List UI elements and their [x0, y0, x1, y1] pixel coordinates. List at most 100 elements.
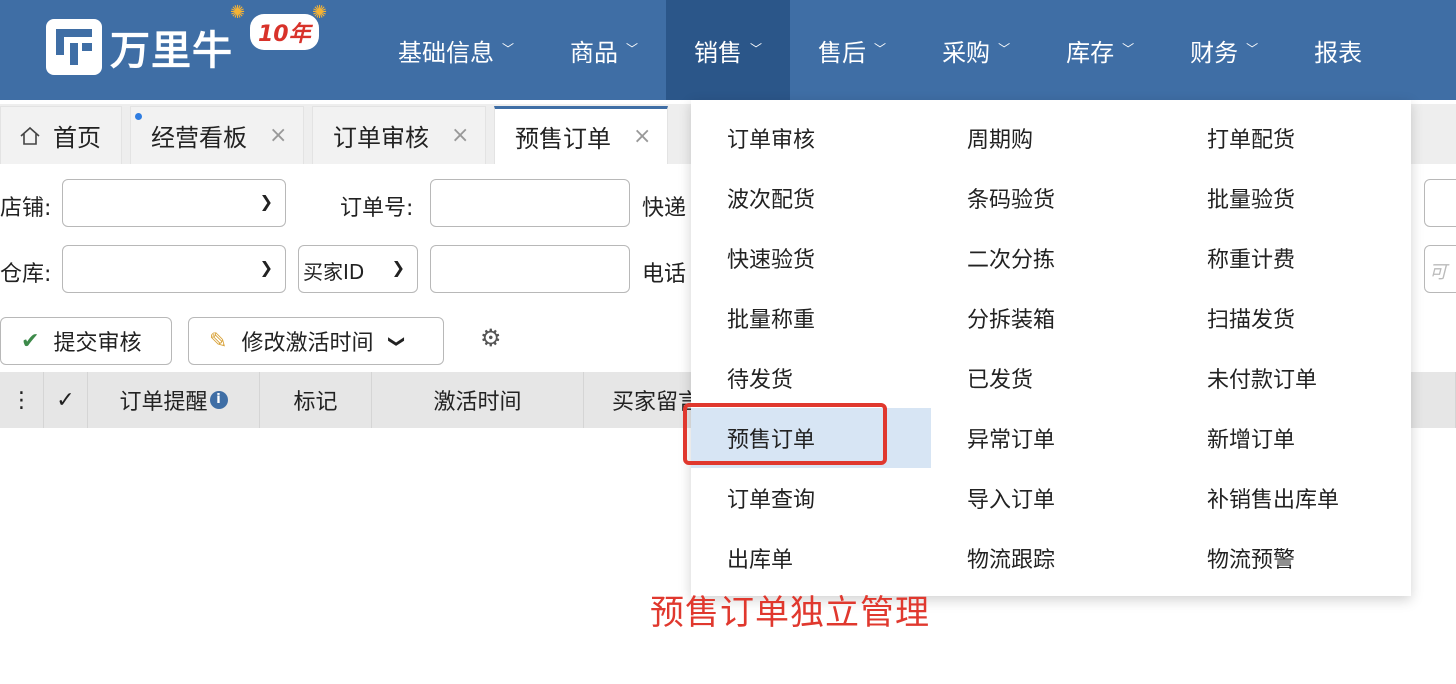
submit-review-button[interactable]: ✔ 提交审核 [0, 317, 172, 365]
nav-label: 采购 [942, 38, 991, 67]
nav-item-basic-info[interactable]: 基础信息 ﹀ [370, 0, 542, 100]
column-activation-time[interactable]: 激活时间 [372, 372, 584, 428]
nav-label: 基础信息 [398, 38, 494, 67]
button-label: 提交审核 [53, 331, 142, 356]
nav-label: 售后 [818, 38, 867, 67]
chevron-down-icon: ❯ [388, 334, 408, 348]
menu-item[interactable]: 扫描发货 [1171, 288, 1411, 348]
menu-item[interactable]: 波次配货 [691, 168, 931, 228]
warehouse-label: 仓库: [0, 262, 52, 287]
menu-item[interactable]: 导入订单 [931, 468, 1171, 528]
tab-home[interactable]: 首页 [0, 106, 122, 164]
menu-item[interactable]: 物流跟踪 [931, 528, 1171, 588]
main-menu: 基础信息 ﹀ 商品 ﹀ 销售 ﹀ 售后 ﹀ 采购 ﹀ 库存 ﹀ 财务 ﹀ 报表 [370, 0, 1390, 100]
right-input-2[interactable]: 可 [1424, 245, 1456, 293]
menu-item[interactable]: 物流预警 [1171, 528, 1411, 588]
firework-icon: ✺ [312, 2, 328, 23]
select-all-checkbox[interactable]: ✓ [44, 372, 88, 428]
highlight-box [683, 403, 887, 465]
express-label: 快递 [642, 196, 687, 221]
menu-item[interactable]: 订单审核 [691, 108, 931, 168]
firework-icon: ✺ [230, 2, 246, 23]
info-icon[interactable]: i [209, 391, 228, 409]
menu-item[interactable]: 未付款订单 [1171, 348, 1411, 408]
column-label: 订单提醒 [119, 390, 208, 415]
menu-item[interactable]: 出库单 [691, 528, 931, 588]
nav-item-finance[interactable]: 财务 ﹀ [1162, 0, 1286, 100]
menu-item[interactable]: 快速验货 [691, 228, 931, 288]
menu-item[interactable]: 批量称重 [691, 288, 931, 348]
gear-icon[interactable]: ⚙ [480, 326, 504, 350]
nav-label: 库存 [1066, 38, 1115, 67]
edit-icon: ✎ [209, 328, 228, 354]
chevron-down-icon: ❯ [391, 258, 405, 277]
close-icon[interactable]: × [451, 123, 469, 148]
menu-item[interactable]: 周期购 [931, 108, 1171, 168]
buyer-field-select[interactable]: 买家ID ❯ [298, 245, 418, 293]
chevron-down-icon: ﹀ [998, 41, 1011, 56]
nav-item-purchase[interactable]: 采购 ﹀ [914, 0, 1038, 100]
button-label: 修改激活时间 [241, 331, 374, 356]
menu-item[interactable]: 批量验货 [1171, 168, 1411, 228]
brand-logo[interactable]: 万里牛 [46, 18, 233, 76]
chevron-down-icon: ❯ [259, 192, 273, 211]
menu-item[interactable]: 订单查询 [691, 468, 931, 528]
buyer-value-input[interactable] [430, 245, 630, 293]
close-icon[interactable]: × [269, 123, 287, 148]
logo-icon [46, 19, 102, 75]
modify-activation-time-button[interactable]: ✎ 修改激活时间 ❯ [188, 317, 444, 365]
order-no-input[interactable] [430, 179, 630, 227]
tab-label: 订单审核 [333, 124, 429, 152]
menu-item[interactable]: 称重计费 [1171, 228, 1411, 288]
nav-item-reports[interactable]: 报表 [1286, 0, 1390, 100]
order-no-label: 订单号: [340, 196, 414, 221]
nav-label: 报表 [1314, 38, 1363, 67]
tab-label: 首页 [53, 124, 101, 152]
tab-order-review[interactable]: 订单审核 × [312, 106, 486, 164]
checkmark-icon: ✔ [21, 328, 40, 354]
nav-item-after-sales[interactable]: 售后 ﹀ [790, 0, 914, 100]
column-label: 激活时间 [433, 390, 522, 415]
tab-label: 经营看板 [151, 124, 247, 152]
anniversary-badge: ✺ 10年 ✺ [230, 2, 327, 50]
phone-label: 电话 [642, 262, 687, 287]
brand-name: 万里牛 [110, 28, 233, 74]
anniversary-text: 10年 [250, 14, 319, 50]
placeholder-text: 可 [1429, 262, 1447, 283]
menu-item[interactable]: 二次分拣 [931, 228, 1171, 288]
column-mark[interactable]: 标记 [260, 372, 372, 428]
column-menu-icon[interactable]: ⋮ [0, 372, 44, 428]
menu-item[interactable]: 异常订单 [931, 408, 1171, 468]
column-order-reminder[interactable]: 订单提醒 i [88, 372, 260, 428]
tab-dashboard[interactable]: 经营看板 × [130, 106, 304, 164]
menu-item[interactable]: 待发货 [691, 348, 931, 408]
nav-label: 销售 [694, 38, 743, 67]
shop-label: 店铺: [0, 196, 52, 221]
close-icon[interactable]: × [633, 124, 651, 149]
shop-select[interactable]: ❯ [62, 179, 286, 227]
home-icon [20, 126, 40, 145]
select-value: 买家ID [303, 260, 365, 284]
chevron-down-icon: ﹀ [626, 41, 639, 56]
menu-item[interactable]: 已发货 [931, 348, 1171, 408]
unread-dot [135, 113, 142, 120]
sales-dropdown-menu: 订单审核 波次配货 快速验货 批量称重 待发货 预售订单 订单查询 出库单 周期… [691, 100, 1411, 596]
menu-item[interactable]: 补销售出库单 [1171, 468, 1411, 528]
menu-item[interactable]: 新增订单 [1171, 408, 1411, 468]
tab-label: 预售订单 [515, 125, 611, 153]
menu-item[interactable]: 条码验货 [931, 168, 1171, 228]
menu-item[interactable]: 打单配货 [1171, 108, 1411, 168]
column-edge [1442, 372, 1456, 428]
nav-label: 商品 [570, 38, 619, 67]
warehouse-select[interactable]: ❯ [62, 245, 286, 293]
tab-presale-orders[interactable]: 预售订单 × [494, 106, 668, 164]
nav-item-sales[interactable]: 销售 ﹀ [666, 0, 791, 100]
nav-item-inventory[interactable]: 库存 ﹀ [1038, 0, 1162, 100]
right-input-1[interactable] [1424, 179, 1456, 227]
column-label: 标记 [293, 390, 338, 415]
nav-label: 财务 [1190, 38, 1239, 67]
nav-item-goods[interactable]: 商品 ﹀ [542, 0, 666, 100]
menu-item[interactable]: 分拆装箱 [931, 288, 1171, 348]
chevron-down-icon: ﹀ [874, 41, 887, 56]
chevron-down-icon: ﹀ [750, 41, 763, 56]
